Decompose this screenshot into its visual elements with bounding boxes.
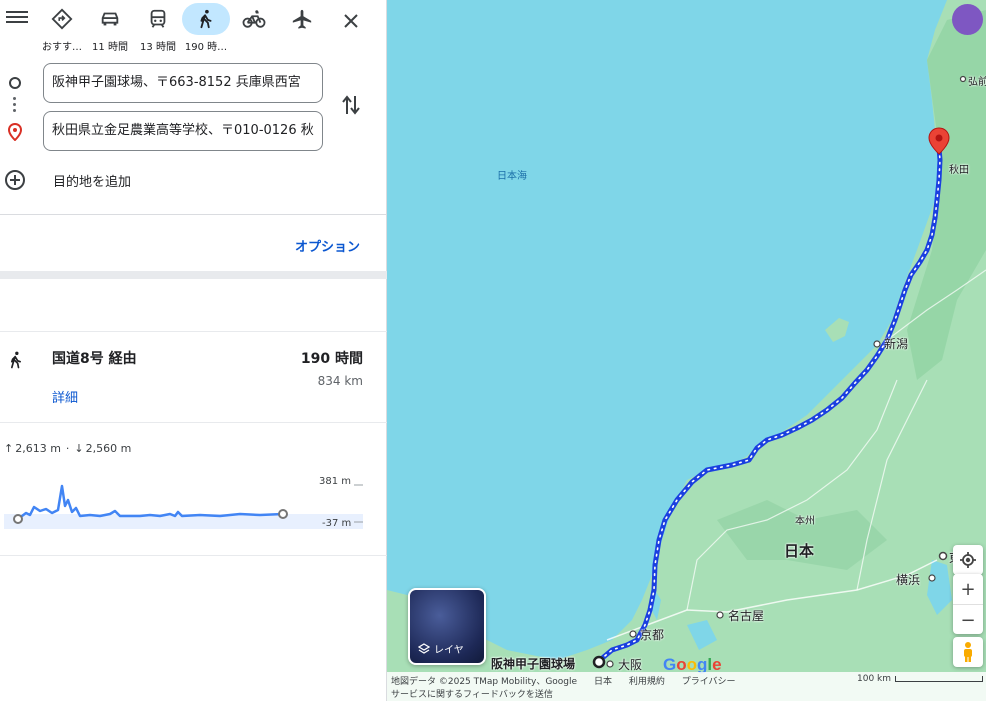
privacy-link[interactable]: プライバシー [682,677,736,687]
avatar[interactable] [952,4,983,35]
layers-button[interactable]: レイヤ [408,588,486,665]
scale-line [895,676,984,682]
divider [0,214,387,215]
map-data-credit: 地図データ ©2025 TMap Mobility、Google [391,677,578,687]
more-vertical-icon [13,97,16,112]
origin-circle-icon [9,77,21,89]
close-icon[interactable] [336,6,366,36]
elevation-descent: 2,560 m [85,442,132,455]
destination-pin-icon [7,122,23,145]
map-label-origin: 阪神甲子園球場 [491,657,576,671]
travel-mode-bar: おすす… 11 時間 13 時間 190 時… [0,0,387,58]
divider [0,555,387,556]
mode-label: おすす… [42,42,82,53]
layers-label: レイヤ [434,645,464,656]
add-destination-button[interactable]: 目的地を追加 [4,168,131,192]
mode-walking[interactable]: 190 時… [182,3,230,53]
scale-label: 100 km [857,674,892,684]
feedback-link[interactable]: サービスに関するフィードバックを送信 [391,687,553,700]
destination-input[interactable]: 秋田県立金足農業高等学校、〒010-0126 秋 [43,111,323,151]
train-icon [134,3,182,35]
origin-marker-icon[interactable] [592,655,606,669]
elevation-summary: ↑ 2,613 m · ↓ 2,560 m [4,442,131,455]
mode-flights[interactable] [278,3,326,53]
route-duration: 190 時間 [300,351,363,367]
start-marker [13,514,23,524]
map-label-hirosaki: 弘前 [968,77,986,88]
mode-label: 190 時… [184,42,228,53]
zoom-controls: + − [953,574,983,634]
attribution-bar: 地図データ ©2025 TMap Mobility、Google 日本 利用規約… [387,672,986,701]
elevation-max: 381 m [319,476,352,487]
map-label-niigata: 新潟 [884,337,909,351]
map-label-yokohama: 横浜 [896,573,921,587]
mode-label: 13 時間 [140,42,176,53]
elevation-min: -37 m [322,518,352,529]
map-label-honshu: 本州 [795,516,815,527]
mode-transit[interactable]: 13 時間 [134,3,182,53]
menu-icon[interactable] [6,8,28,30]
route-via: 国道8号 経由 [52,351,137,367]
elevation-chart: 381 m -37 m [0,470,387,540]
arrow-down-icon: ↓ [74,442,84,455]
map-label-sea: 日本海 [497,171,527,182]
swap-icon[interactable] [338,92,364,118]
options-button[interactable]: オプション [295,236,360,255]
airplane-icon [278,3,326,35]
details-link[interactable]: 詳細 [52,387,78,406]
layers-icon [418,642,430,654]
map-label-japan: 日本 [784,542,815,560]
map-label-akita: 秋田 [949,165,969,176]
walking-icon [182,3,230,35]
map-canvas[interactable]: 日本海 本州 日本 秋田 弘前 新潟 京都 名古屋 大阪 横浜 東 阪神甲子園球… [387,0,986,701]
scale-bar[interactable]: 100 km [857,674,984,684]
map-label-nagoya: 名古屋 [728,609,765,623]
mode-cycling[interactable] [230,3,278,53]
elevation-ascent: 2,613 m [15,442,61,455]
section-separator [0,271,387,279]
walking-icon [6,348,26,376]
bicycle-icon [230,3,278,35]
route-distance: 834 km [317,374,363,388]
directions-diamond-icon [38,3,86,35]
directions-panel: おすす… 11 時間 13 時間 190 時… 阪神甲子園球場、〒663-815… [0,0,387,701]
map-label-osaka: 大阪 [618,658,643,672]
country-link[interactable]: 日本 [594,677,612,687]
arrow-up-icon: ↑ [4,442,14,455]
zoom-out-button[interactable]: − [953,605,983,635]
my-location-icon[interactable] [953,545,983,575]
divider [0,331,387,332]
pegman-icon[interactable] [953,637,983,667]
car-icon [86,3,134,35]
route-card[interactable]: 国道8号 経由 190 時間 834 km 詳細 [0,340,387,422]
terms-link[interactable]: 利用規約 [629,677,665,687]
add-circle-icon [5,170,25,190]
origin-input[interactable]: 阪神甲子園球場、〒663-8152 兵庫県西宮 [43,63,323,103]
divider [0,422,387,423]
map-label-kyoto: 京都 [640,628,665,642]
elevation-separator: · [65,442,70,455]
mode-recommended[interactable]: おすす… [38,3,86,53]
end-marker [278,509,288,519]
mode-driving[interactable]: 11 時間 [86,3,134,53]
add-destination-label: 目的地を追加 [53,174,132,190]
zoom-in-button[interactable]: + [953,574,983,604]
mode-label: 11 時間 [92,42,128,53]
